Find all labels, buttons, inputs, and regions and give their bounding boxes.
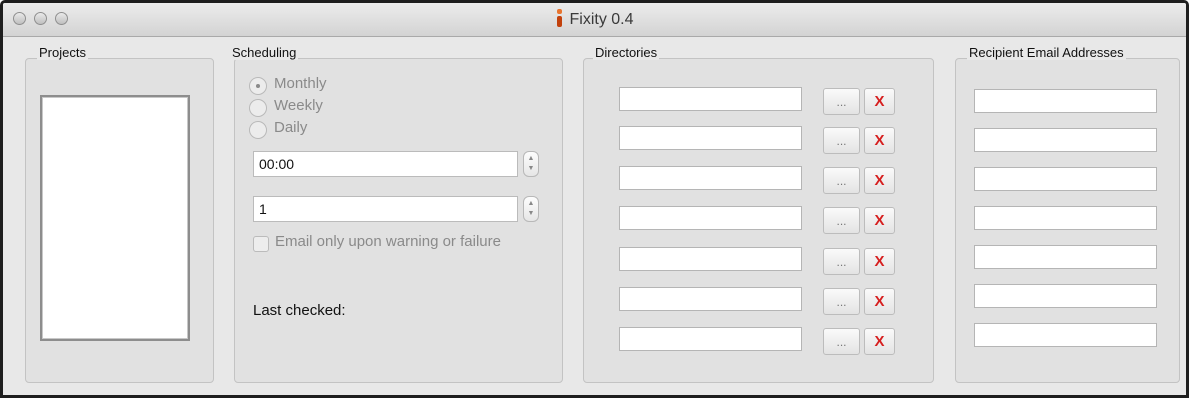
email-field-6[interactable] <box>974 284 1157 308</box>
browse-button-6[interactable]: ... <box>823 288 860 315</box>
directory-path-field-6[interactable] <box>619 287 802 311</box>
time-stepper[interactable]: ▲ ▼ <box>523 151 539 177</box>
directory-path-field-3[interactable] <box>619 166 802 190</box>
daily-label: Daily <box>274 119 308 136</box>
remove-directory-button-2[interactable]: X <box>864 127 895 154</box>
directory-path-field-5[interactable] <box>619 247 802 271</box>
browse-button-7[interactable]: ... <box>823 328 860 355</box>
day-up-arrow-icon[interactable]: ▲ <box>524 200 538 208</box>
fixity-app-icon <box>555 9 563 27</box>
weekly-radio[interactable] <box>249 99 267 117</box>
email-only-checkbox[interactable] <box>253 236 269 252</box>
daily-radio[interactable] <box>249 121 267 139</box>
browse-button-2[interactable]: ... <box>823 127 860 154</box>
email-field-1[interactable] <box>974 89 1157 113</box>
weekly-label: Weekly <box>274 97 323 114</box>
remove-directory-button-7[interactable]: X <box>864 328 895 355</box>
directory-path-field-1[interactable] <box>619 87 802 111</box>
monthly-label: Monthly <box>274 75 327 92</box>
email-field-7[interactable] <box>974 323 1157 347</box>
time-up-arrow-icon[interactable]: ▲ <box>524 155 538 163</box>
recipients-label: Recipient Email Addresses <box>967 45 1126 60</box>
email-field-4[interactable] <box>974 206 1157 230</box>
remove-directory-button-6[interactable]: X <box>864 288 895 315</box>
time-down-arrow-icon[interactable]: ▼ <box>524 165 538 173</box>
projects-list[interactable] <box>40 95 190 341</box>
app-window: Fixity 0.4 Projects Scheduling Monthly W… <box>0 0 1189 398</box>
remove-directory-button-5[interactable]: X <box>864 248 895 275</box>
browse-button-4[interactable]: ... <box>823 207 860 234</box>
remove-directory-button-1[interactable]: X <box>864 88 895 115</box>
directories-label: Directories <box>593 45 660 60</box>
email-field-3[interactable] <box>974 167 1157 191</box>
directory-path-field-4[interactable] <box>619 206 802 230</box>
last-checked-label: Last checked: <box>253 302 346 319</box>
title-bar: Fixity 0.4 <box>3 3 1186 37</box>
directory-path-field-2[interactable] <box>619 126 802 150</box>
email-only-label: Email only upon warning or failure <box>275 233 501 250</box>
time-input[interactable]: 00:00 <box>253 151 518 177</box>
day-down-arrow-icon[interactable]: ▼ <box>524 210 538 218</box>
remove-directory-button-4[interactable]: X <box>864 207 895 234</box>
projects-label: Projects <box>37 45 88 60</box>
browse-button-5[interactable]: ... <box>823 248 860 275</box>
window-title-area: Fixity 0.4 <box>3 9 1186 29</box>
remove-directory-button-3[interactable]: X <box>864 167 895 194</box>
day-input[interactable]: 1 <box>253 196 518 222</box>
browse-button-3[interactable]: ... <box>823 167 860 194</box>
email-field-5[interactable] <box>974 245 1157 269</box>
window-title: Fixity 0.4 <box>569 11 634 28</box>
scheduling-label: Scheduling <box>230 45 299 60</box>
browse-button-1[interactable]: ... <box>823 88 860 115</box>
email-field-2[interactable] <box>974 128 1157 152</box>
day-stepper[interactable]: ▲ ▼ <box>523 196 539 222</box>
monthly-radio[interactable] <box>249 77 267 95</box>
directory-path-field-7[interactable] <box>619 327 802 351</box>
